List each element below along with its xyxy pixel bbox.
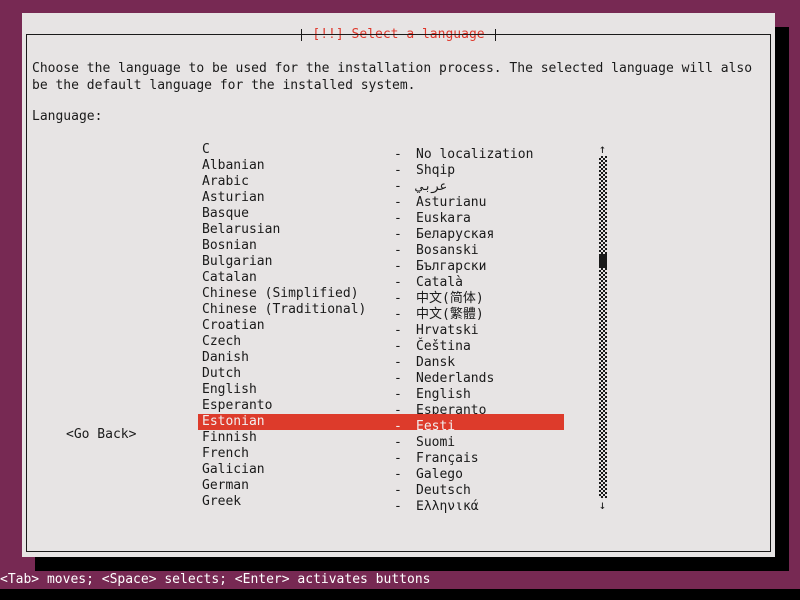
- language-name: Esperanto: [202, 398, 273, 413]
- titlebar-rule-left: [26, 25, 303, 45]
- language-name: Albanian: [202, 158, 265, 173]
- language-row[interactable]: C - No localization: [198, 142, 564, 162]
- language-row[interactable]: Chinese (Simplified) - 中文(简体): [198, 286, 564, 306]
- language-row[interactable]: Chinese (Traditional) - 中文(繁體): [198, 302, 564, 322]
- language-row[interactable]: Danish - Dansk: [198, 350, 564, 370]
- language-name: Asturian: [202, 190, 265, 205]
- window-drop-shadow-right: [775, 27, 789, 557]
- language-name: Finnish: [202, 430, 257, 445]
- terminal-bottom-filler: [0, 589, 800, 600]
- language-row[interactable]: Basque - Euskara: [198, 206, 564, 226]
- language-field-label: Language:: [32, 109, 103, 124]
- language-row[interactable]: Asturian - Asturianu: [198, 190, 564, 210]
- select-language-dialog: [!!] Select a language Choose the langua…: [22, 13, 775, 557]
- language-row[interactable]: Croatian - Hrvatski: [198, 318, 564, 338]
- language-row[interactable]: Albanian - Shqip: [198, 158, 564, 178]
- language-row[interactable]: Esperanto - Esperanto: [198, 398, 564, 418]
- dialog-title: [!!] Select a language: [312, 27, 485, 42]
- language-name: Basque: [202, 206, 249, 221]
- installer-screen: [!!] Select a language Choose the langua…: [0, 0, 800, 600]
- dialog-titlebar: [!!] Select a language: [22, 25, 775, 45]
- language-name: Belarusian: [202, 222, 281, 237]
- language-row[interactable]: Arabic - عربي: [198, 174, 564, 194]
- language-separator: -: [394, 499, 402, 514]
- window-drop-shadow-bottom: [35, 557, 789, 571]
- language-name: Chinese (Simplified): [202, 286, 359, 301]
- language-name: Czech: [202, 334, 242, 349]
- language-row[interactable]: Bulgarian - Български: [198, 254, 564, 274]
- language-native-name: Ελληνικά: [416, 499, 479, 514]
- language-row[interactable]: Galician - Galego: [198, 462, 564, 482]
- language-name: Danish: [202, 350, 249, 365]
- language-row[interactable]: German - Deutsch: [198, 478, 564, 498]
- scrollbar-track[interactable]: [599, 156, 607, 498]
- scroll-up-arrow-icon[interactable]: ↑: [597, 142, 608, 156]
- dialog-content: Choose the language to be used for the i…: [22, 47, 775, 547]
- language-row[interactable]: English - English: [198, 382, 564, 402]
- language-name: Estonian: [202, 414, 265, 429]
- language-name: Greek: [202, 494, 242, 509]
- language-row-selected[interactable]: Estonian - Eesti: [198, 414, 564, 434]
- language-row[interactable]: French - Français: [198, 446, 564, 466]
- scrollbar-thumb[interactable]: [599, 254, 607, 268]
- language-name: Croatian: [202, 318, 265, 333]
- language-name: Dutch: [202, 366, 242, 381]
- language-row[interactable]: Belarusian - Беларуская: [198, 222, 564, 242]
- language-name: German: [202, 478, 249, 493]
- language-name: Arabic: [202, 174, 249, 189]
- status-bar: <Tab> moves; <Space> selects; <Enter> ac…: [0, 571, 800, 589]
- language-name: Galician: [202, 462, 265, 477]
- language-row[interactable]: Greek - Ελληνικά: [198, 494, 564, 514]
- language-name: French: [202, 446, 249, 461]
- language-row[interactable]: Czech - Čeština: [198, 334, 564, 354]
- dialog-description: Choose the language to be used for the i…: [32, 61, 760, 93]
- go-back-button[interactable]: <Go Back>: [66, 427, 136, 443]
- language-name: English: [202, 382, 257, 397]
- language-name: Catalan: [202, 270, 257, 285]
- language-row[interactable]: Dutch - Nederlands: [198, 366, 564, 386]
- language-name: Bosnian: [202, 238, 257, 253]
- language-name: Bulgarian: [202, 254, 273, 269]
- language-row[interactable]: Finnish - Suomi: [198, 430, 564, 450]
- language-name: C: [202, 142, 210, 157]
- status-bar-text: <Tab> moves; <Space> selects; <Enter> ac…: [0, 572, 431, 587]
- language-row[interactable]: Bosnian - Bosanski: [198, 238, 564, 258]
- language-name: Chinese (Traditional): [202, 302, 367, 317]
- language-list-scrollbar[interactable]: ↑ ↓: [597, 142, 608, 512]
- titlebar-rule-right: [494, 25, 771, 45]
- language-row[interactable]: Catalan - Català: [198, 270, 564, 290]
- scroll-down-arrow-icon[interactable]: ↓: [597, 498, 608, 512]
- language-list[interactable]: C - No localization Albanian - Shqip Arabic - عر…: [198, 142, 618, 514]
